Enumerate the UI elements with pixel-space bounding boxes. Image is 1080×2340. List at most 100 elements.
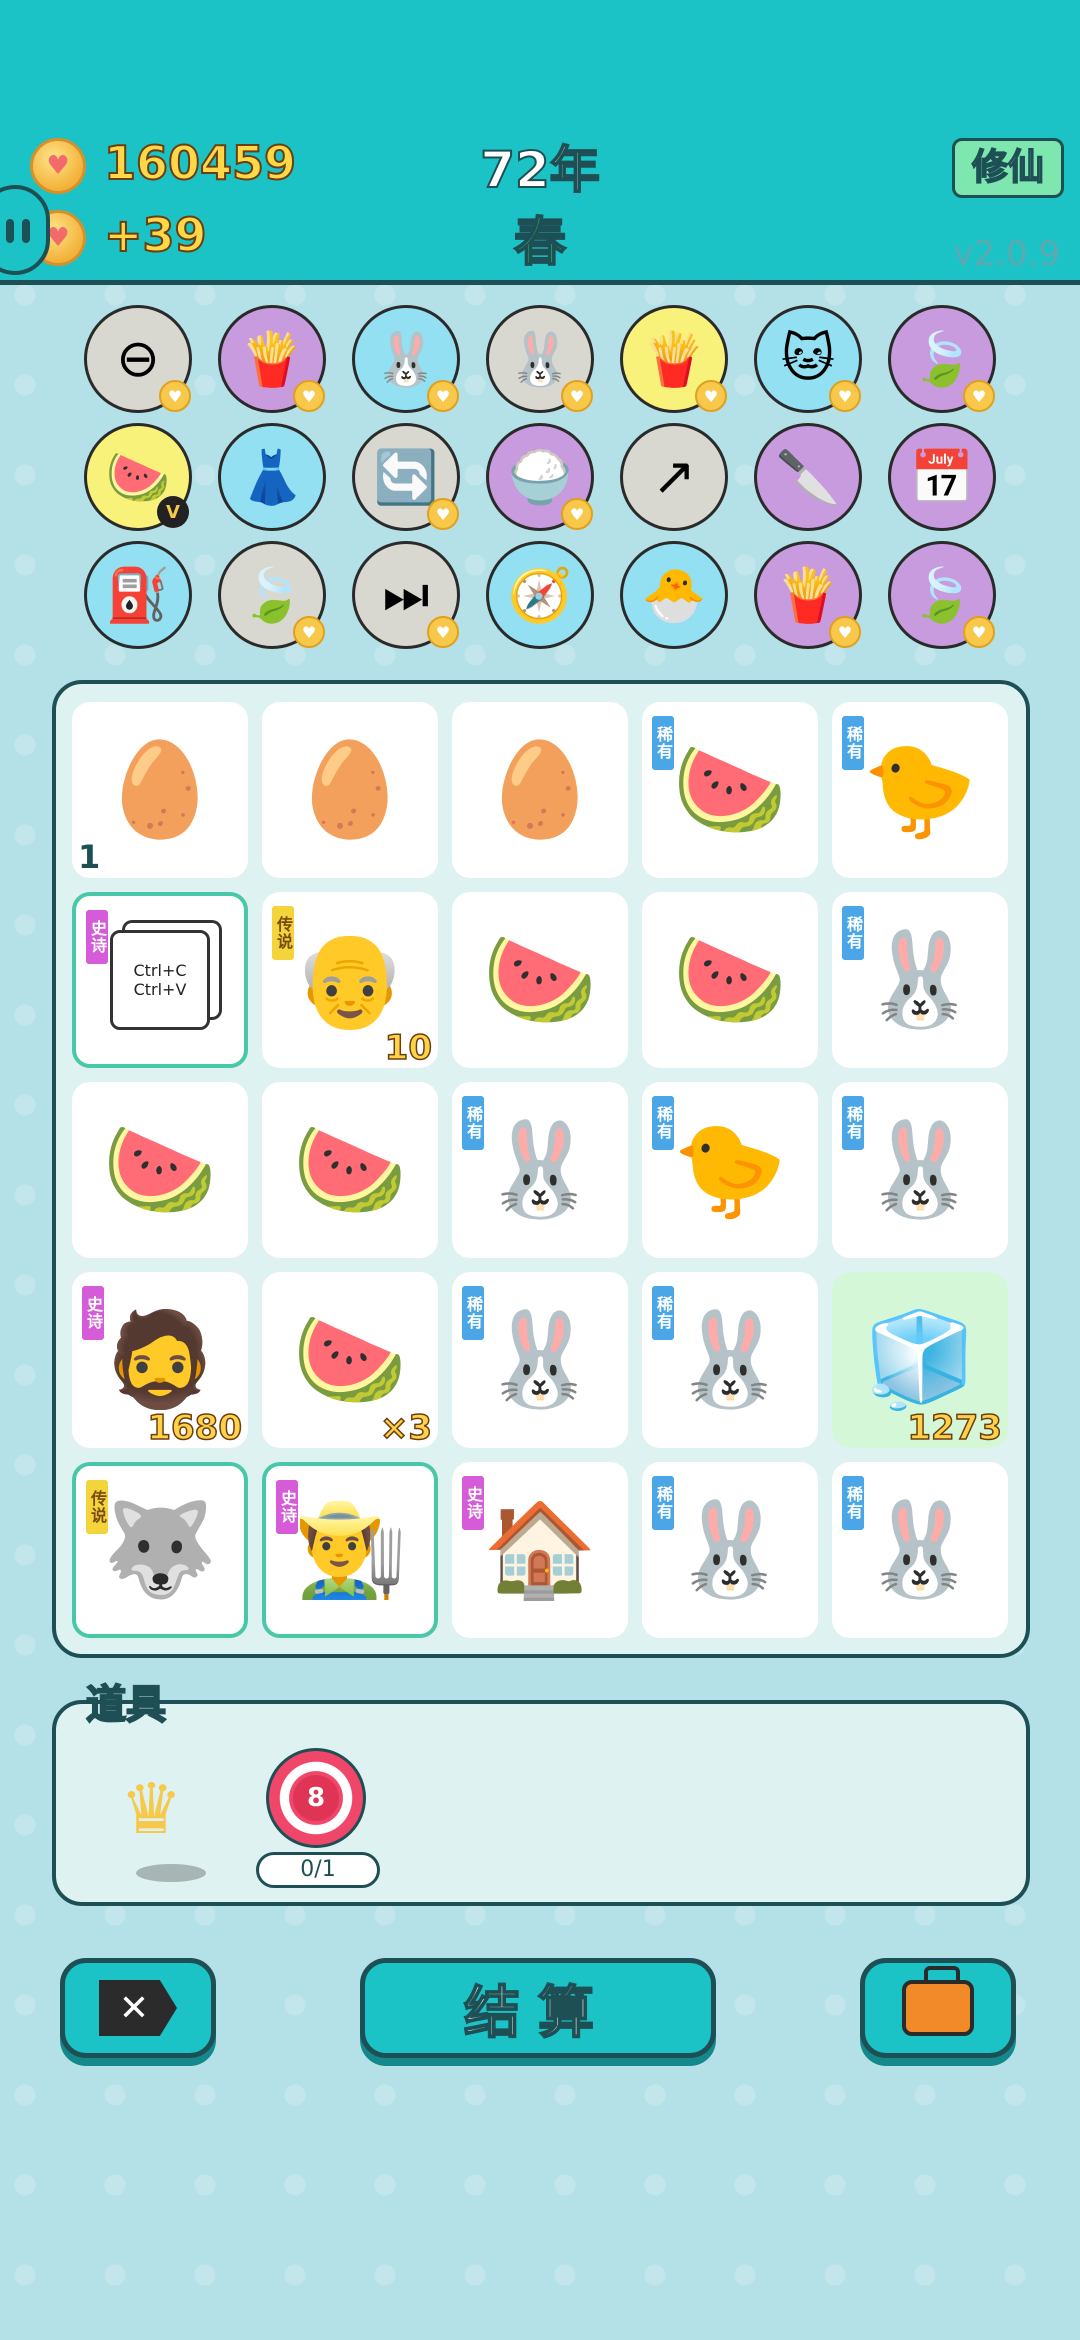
top-bar: ♥ 160459 ♥ +39 72年 春 修仙 v2.0.9 <box>0 0 1080 285</box>
calendar-icon[interactable]: 📅 <box>888 423 996 531</box>
rarity-tag: 稀有 <box>650 1094 676 1152</box>
board-cell[interactable]: 🐤 稀有 <box>642 1082 818 1258</box>
cleaver-icon[interactable]: 🔪 <box>754 423 862 531</box>
target-count: 0/1 <box>256 1852 380 1888</box>
rarity-tag: 史诗 <box>80 1284 106 1342</box>
board-cell[interactable]: 🍉 稀有 <box>642 702 818 878</box>
fridge-icon: 🧊 <box>862 1306 978 1413</box>
close-button[interactable]: ✕ <box>60 1958 216 2058</box>
board-cell[interactable]: 🏠 史诗 <box>452 1462 628 1638</box>
minus-sign-icon[interactable]: ⊖ ♥ <box>84 305 192 413</box>
crown-shadow <box>136 1864 206 1882</box>
board-cell[interactable]: 🥚 <box>452 702 628 878</box>
cell-counter: 1 <box>78 838 101 876</box>
board-cell[interactable]: 🐰 稀有 <box>452 1082 628 1258</box>
version-label: v2.0.9 <box>953 234 1060 274</box>
heart-icon: ♥ <box>695 380 727 412</box>
v-badge: V <box>157 496 189 528</box>
board-cell[interactable]: 🐤 稀有 <box>832 702 1008 878</box>
heart-icon: ♥ <box>293 380 325 412</box>
board-cell[interactable]: Ctrl+C Ctrl+V 史诗 <box>72 892 248 1068</box>
rabbit-icon: 🐰 <box>862 1496 978 1603</box>
heart-icon: ♥ <box>427 380 459 412</box>
fries-icon[interactable]: 🍟 ♥ <box>218 305 326 413</box>
rabbit-icon[interactable]: 🐰 ♥ <box>352 305 460 413</box>
watermelon-icon: 🍉 <box>482 926 598 1033</box>
coin-icon: ♥ <box>30 138 86 194</box>
rice-bowl-icon[interactable]: 🍚 ♥ <box>486 423 594 531</box>
rabbit-icon: 🐰 <box>862 1116 978 1223</box>
season-label: 春 <box>513 212 567 274</box>
rarity-tag: 史诗 <box>84 908 110 966</box>
board-cell[interactable]: 👨‍🌾 史诗 <box>262 1462 438 1638</box>
board-cell[interactable]: 🥚 <box>262 702 438 878</box>
heart-icon: ♥ <box>159 380 191 412</box>
items-panel: ♛ 8 0/1 <box>52 1700 1030 1906</box>
leaf-icon[interactable]: 🍃 ♥ <box>888 305 996 413</box>
xiuxian-button[interactable]: 修仙 <box>952 138 1064 198</box>
board-cell[interactable]: 🐰 稀有 <box>452 1272 628 1448</box>
old-man-glasses-icon: 👴 <box>292 926 408 1033</box>
heart-icon: ♥ <box>829 616 861 648</box>
board-cell[interactable]: 🍉 <box>262 1082 438 1258</box>
ctrl-c-v-card-icon: Ctrl+C Ctrl+V <box>110 930 210 1030</box>
skirt-icon[interactable]: 👗 <box>218 423 326 531</box>
board-cell[interactable]: 🍉 <box>72 1082 248 1258</box>
cat-icon[interactable]: 🐱 ♥ <box>754 305 862 413</box>
rabbit-house-icon: 🏠 <box>482 1496 598 1603</box>
coin-income: +39 <box>103 207 208 263</box>
target-number: 8 <box>293 1775 339 1821</box>
fruit-basket-icon[interactable]: 🍉 V <box>84 423 192 531</box>
board-cell[interactable]: 🐰 稀有 <box>642 1462 818 1638</box>
board-cell[interactable]: 🐰 稀有 <box>642 1272 818 1448</box>
board-cell[interactable]: 🧔 史诗 1680 <box>72 1272 248 1449</box>
bag-button[interactable] <box>860 1958 1016 2058</box>
fries-icon[interactable]: 🍟 ♥ <box>754 541 862 649</box>
watermelon-icon: 🍉 <box>292 1116 408 1223</box>
husky-crown-icon: 🐺 <box>102 1496 218 1603</box>
rarity-tag: 史诗 <box>460 1474 486 1532</box>
heart-icon: ♥ <box>829 380 861 412</box>
heart-icon: ♥ <box>427 498 459 530</box>
side-menu-tab[interactable] <box>0 185 50 275</box>
rarity-tag: 稀有 <box>840 1094 866 1152</box>
arrow-up-right-icon[interactable]: ↗ <box>620 423 728 531</box>
chick-egg-icon[interactable]: 🐣 <box>620 541 728 649</box>
board-cell[interactable]: 🍉 <box>452 892 628 1068</box>
rabbit-icon: 🐰 <box>482 1116 598 1223</box>
board-cell[interactable]: 🐰 稀有 <box>832 1082 1008 1258</box>
leaf-icon[interactable]: 🍃 ♥ <box>888 541 996 649</box>
settle-button[interactable]: 结算 <box>360 1958 716 2058</box>
pump-icon[interactable]: ⛽ <box>84 541 192 649</box>
game-board: 🥚 1 🥚 🥚 🍉 稀有 🐤 稀有 Ctrl+C Ctrl+V 史诗 👴 传说 10 🍉 🍉 🐰 稀有 🍉 🍉 🐰 稀有 🐤… <box>52 680 1030 1658</box>
rabbit-icon: 🐰 <box>672 1496 788 1603</box>
refresh-icon[interactable]: 🔄 ♥ <box>352 423 460 531</box>
board-cell[interactable]: 🍉 ×3 <box>262 1272 438 1449</box>
board-cell[interactable]: 🍉 <box>642 892 818 1068</box>
board-cell[interactable]: 👴 传说 10 <box>262 892 438 1069</box>
rabbit-icon[interactable]: 🐰 ♥ <box>486 305 594 413</box>
rarity-tag: 稀有 <box>460 1094 486 1152</box>
board-cell[interactable]: 🥚 1 <box>72 702 248 878</box>
skip-icon[interactable]: ⏭ ♥ <box>352 541 460 649</box>
target-item[interactable]: 8 <box>266 1748 366 1848</box>
compass-icon[interactable]: 🧭 <box>486 541 594 649</box>
rabbit-icon: 🐰 <box>672 1306 788 1413</box>
board-cell[interactable]: 🐰 稀有 <box>832 1462 1008 1638</box>
items-title: 道具 <box>85 1681 167 1729</box>
fries-icon[interactable]: 🍟 ♥ <box>620 305 728 413</box>
board-cell[interactable]: 🐺 传说 <box>72 1462 248 1638</box>
relic-collection: ⊖ ♥ 🍟 ♥ 🐰 ♥ 🐰 ♥ 🍟 ♥ 🐱 ♥ 🍃 ♥ 🍉 V 👗 🔄 ♥ 🍚 ♥ ↗ 🔪 📅 ⛽ 🍃 ♥ ⏭ ♥ 🧭 🐣 🍟 ♥ 🍃 ♥ <box>0 295 1080 665</box>
rarity-tag: 传说 <box>84 1478 110 1536</box>
ctrl-v-label: Ctrl+V <box>133 980 187 999</box>
heart-icon: ♥ <box>963 380 995 412</box>
farmer-man-icon: 👨‍🌾 <box>292 1496 408 1603</box>
board-cell[interactable]: 🧊 1273 <box>832 1272 1008 1449</box>
briefcase-icon <box>902 1966 974 2036</box>
cell-value: 1273 <box>907 1407 1003 1449</box>
leaf-icon[interactable]: 🍃 ♥ <box>218 541 326 649</box>
cell-value: 10 <box>384 1027 433 1069</box>
bearded-man-icon: 🧔 <box>102 1306 218 1413</box>
board-cell[interactable]: 🐰 稀有 <box>832 892 1008 1068</box>
crown-icon[interactable]: ♛ <box>120 1768 183 1850</box>
